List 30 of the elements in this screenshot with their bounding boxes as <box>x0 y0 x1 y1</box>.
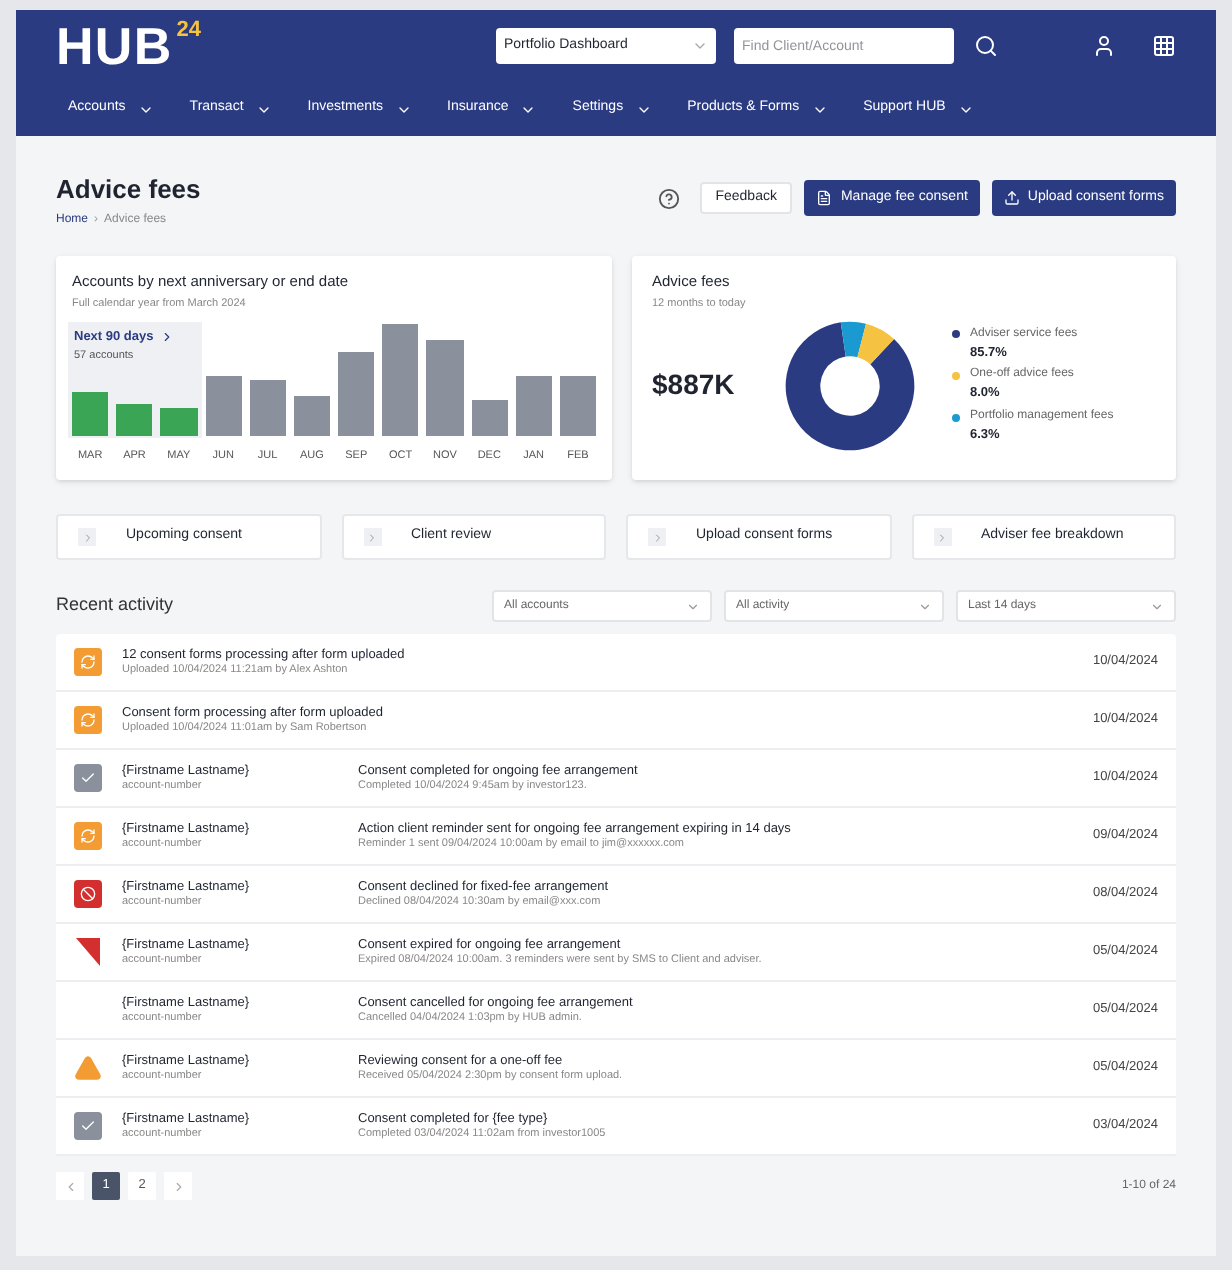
chevron-down-icon <box>686 599 700 613</box>
chevron-down-icon <box>1150 599 1164 613</box>
flag-icon <box>76 938 100 966</box>
refresh-icon <box>74 648 102 676</box>
chevron-down-icon <box>918 599 932 613</box>
refresh-icon <box>74 822 102 850</box>
total-amount: $887K <box>652 366 737 405</box>
chevron-right-icon <box>933 528 951 546</box>
chevron-right-icon <box>171 1179 185 1193</box>
chevron-right-icon <box>159 330 174 345</box>
logo-superscript: 24 <box>176 20 202 42</box>
chevron-right-icon <box>363 528 381 546</box>
warning-icon <box>74 1054 102 1082</box>
page-title: Advice fees <box>56 176 201 202</box>
chevron-left-icon <box>63 1179 77 1193</box>
chevron-down-icon <box>692 38 708 54</box>
search-icon[interactable] <box>974 34 998 58</box>
apps-grid-icon[interactable] <box>1152 34 1176 58</box>
upload-icon <box>1003 190 1020 206</box>
document-icon <box>816 190 833 206</box>
refresh-icon <box>74 706 102 734</box>
logo: HUB <box>56 20 173 72</box>
blocked-icon <box>74 880 102 908</box>
user-icon[interactable] <box>1092 34 1116 58</box>
check-icon <box>74 1112 102 1140</box>
check-icon <box>74 764 102 792</box>
chevron-right-icon <box>78 528 96 546</box>
chevron-right-icon <box>648 528 666 546</box>
help-icon[interactable] <box>657 187 680 209</box>
section-title: Recent activity <box>56 592 174 619</box>
